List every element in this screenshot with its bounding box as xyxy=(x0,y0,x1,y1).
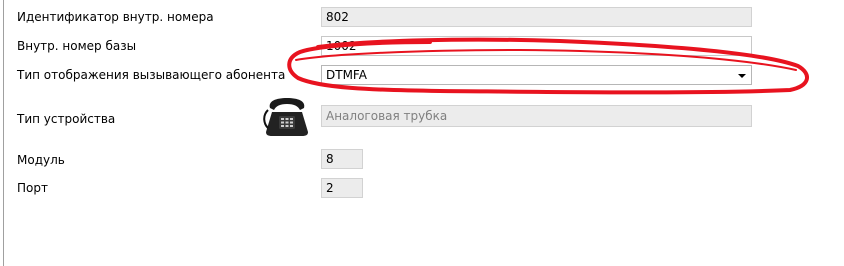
device-type-label: Тип устройства xyxy=(17,112,116,126)
base-ext-field[interactable]: 1002 xyxy=(321,36,752,56)
device-type-field[interactable]: Аналоговая трубка xyxy=(321,105,752,127)
chevron-down-icon[interactable] xyxy=(738,74,746,78)
base-ext-label: Внутр. номер базы xyxy=(17,39,137,53)
caller-display-label: Тип отображения вызывающего абонента xyxy=(17,68,286,82)
module-field[interactable]: 8 xyxy=(321,149,363,169)
caller-display-select[interactable]: DTMFA xyxy=(321,65,752,85)
module-label: Модуль xyxy=(17,153,65,167)
ext-id-label: Идентификатор внутр. номера xyxy=(17,10,214,24)
analog-phone-icon xyxy=(263,98,308,136)
ext-id-field[interactable]: 802 xyxy=(321,7,752,27)
port-label: Порт xyxy=(17,181,48,195)
panel-left-border xyxy=(3,0,4,266)
port-field[interactable]: 2 xyxy=(321,178,363,198)
caller-display-value: DTMFA xyxy=(326,68,367,82)
